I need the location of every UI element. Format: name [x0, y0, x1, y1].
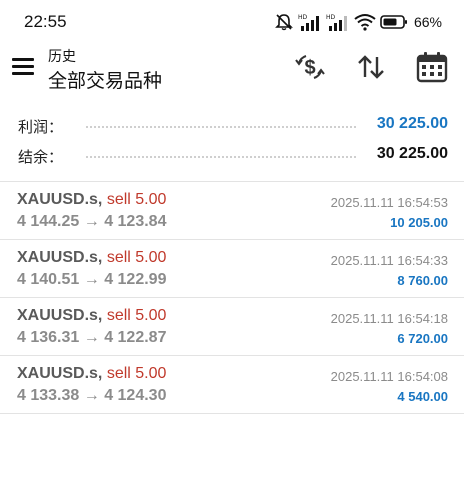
- close-price: 4 122.99: [104, 271, 167, 288]
- close-price: 4 122.87: [104, 329, 167, 346]
- trade-row[interactable]: XAUUSD.s, sell 5.00 4 133.38 → 4 124.30 …: [0, 356, 464, 414]
- trade-symbol: XAUUSD.s, sell 5.00: [17, 191, 166, 209]
- trade-symbol: XAUUSD.s, sell 5.00: [17, 249, 166, 267]
- close-price: 4 124.30: [104, 387, 167, 404]
- trade-datetime: 2025.11.11 16:54:08: [330, 369, 448, 384]
- open-price: 4 140.51: [17, 271, 80, 288]
- trade-side: sell 5.00: [106, 307, 167, 324]
- balance-row: 结余： 30 225.00: [0, 140, 464, 170]
- symbol-text: XAUUSD.s,: [17, 191, 103, 208]
- page-subtitle: 历史: [48, 48, 76, 64]
- battery-percent: 66%: [413, 14, 442, 30]
- trade-profit: 6 720.00: [397, 331, 448, 346]
- battery-icon: [380, 15, 407, 29]
- balance-value: 30 225.00: [376, 145, 448, 162]
- trade-profit: 4 540.00: [397, 389, 448, 404]
- trade-symbol: XAUUSD.s, sell 5.00: [17, 307, 166, 325]
- sort-arrows-icon[interactable]: [354, 50, 388, 84]
- trade-symbol: XAUUSD.s, sell 5.00: [17, 365, 166, 383]
- trade-profit: 10 205.00: [390, 215, 448, 230]
- page-title[interactable]: 全部交易品种: [48, 66, 162, 93]
- trade-prices: 4 136.31 → 4 122.87: [17, 329, 166, 347]
- status-bar: 22:55 HD HD 66%: [0, 0, 464, 44]
- calendar-icon[interactable]: [415, 50, 449, 84]
- symbol-text: XAUUSD.s,: [17, 307, 103, 324]
- close-price: 4 123.84: [104, 213, 167, 230]
- hd-signal-icon: HD: [326, 14, 347, 31]
- svg-text:HD: HD: [326, 14, 336, 21]
- trade-datetime: 2025.11.11 16:54:53: [330, 195, 448, 210]
- status-icons: HD HD 66%: [274, 12, 442, 32]
- trade-side: sell 5.00: [106, 365, 167, 382]
- trade-side: sell 5.00: [106, 191, 167, 208]
- trade-row[interactable]: XAUUSD.s, sell 5.00 4 144.25 → 4 123.84 …: [0, 182, 464, 240]
- summary-panel: 利润： 30 225.00 结余： 30 225.00: [0, 110, 464, 170]
- arrow: →: [83, 329, 100, 346]
- trade-prices: 4 144.25 → 4 123.84: [17, 213, 166, 231]
- status-time: 22:55: [24, 12, 67, 31]
- trade-prices: 4 133.38 → 4 124.30: [17, 387, 166, 405]
- trade-datetime: 2025.11.11 16:54:18: [330, 311, 448, 326]
- arrow: →: [83, 213, 100, 230]
- wifi-icon: [354, 14, 376, 31]
- svg-text:$: $: [304, 57, 315, 79]
- profit-label: 利润：: [18, 119, 64, 136]
- hd-signal-icon: HD: [298, 14, 319, 31]
- trade-row[interactable]: XAUUSD.s, sell 5.00 4 136.31 → 4 122.87 …: [0, 298, 464, 356]
- menu-icon[interactable]: [10, 56, 38, 80]
- profit-value: 30 225.00: [376, 115, 448, 132]
- trade-profit: 8 760.00: [397, 273, 448, 288]
- profit-row: 利润： 30 225.00: [0, 110, 464, 140]
- symbol-text: XAUUSD.s,: [17, 249, 103, 266]
- trade-list: XAUUSD.s, sell 5.00 4 144.25 → 4 123.84 …: [0, 182, 464, 414]
- toolbar: 历史 全部交易品种 $: [0, 44, 464, 100]
- symbol-text: XAUUSD.s,: [17, 365, 103, 382]
- open-price: 4 133.38: [17, 387, 80, 404]
- arrow: →: [83, 271, 100, 288]
- svg-text:HD: HD: [298, 14, 308, 21]
- arrow: →: [83, 387, 100, 404]
- leader-dots: [86, 156, 356, 158]
- mute-bell-icon: [275, 14, 293, 31]
- trade-row[interactable]: XAUUSD.s, sell 5.00 4 140.51 → 4 122.99 …: [0, 240, 464, 298]
- leader-dots: [86, 126, 356, 128]
- trade-datetime: 2025.11.11 16:54:33: [330, 253, 448, 268]
- open-price: 4 136.31: [17, 329, 80, 346]
- open-price: 4 144.25: [17, 213, 80, 230]
- dollar-exchange-icon[interactable]: $: [293, 50, 327, 84]
- balance-label: 结余：: [18, 149, 64, 166]
- trade-side: sell 5.00: [106, 249, 167, 266]
- trade-prices: 4 140.51 → 4 122.99: [17, 271, 166, 289]
